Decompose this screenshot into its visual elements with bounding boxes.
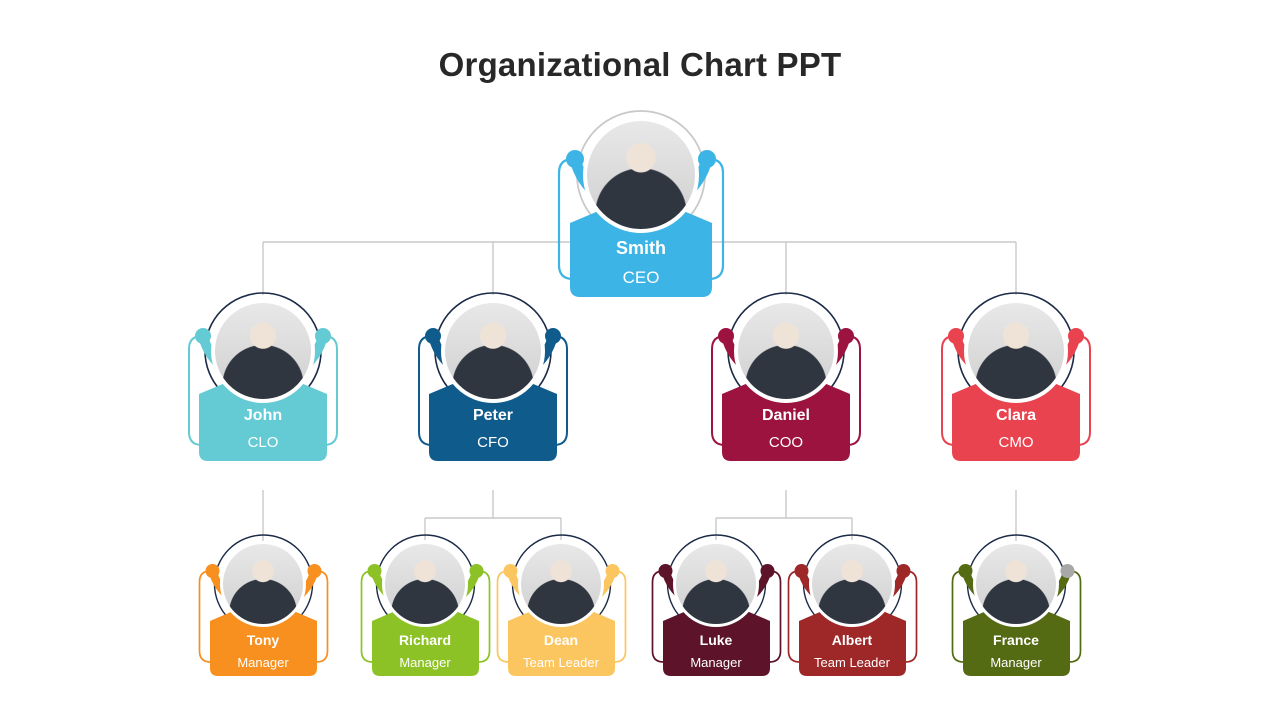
node-title: Team Leader (814, 655, 890, 670)
node-dot-right (698, 150, 716, 168)
avatar-peter (441, 299, 545, 403)
node-dot-left (958, 564, 972, 578)
node-dot-left (425, 328, 441, 344)
node-name: Smith (615, 238, 666, 258)
node-bracket-left (651, 570, 664, 663)
node-title: CFO (477, 434, 509, 451)
org-node-clara[interactable]: Clara CMO (881, 285, 1151, 510)
node-name: Clara (995, 407, 1037, 424)
node-dot-right (1068, 328, 1084, 344)
node-dot-left (566, 150, 584, 168)
node-name: Peter (472, 407, 514, 424)
node-name: John (243, 407, 283, 424)
node-name: France (993, 632, 1039, 648)
node-dot-left (658, 564, 672, 578)
node-label-smith: Smith CEO (570, 239, 712, 286)
node-title: Team Leader (523, 655, 599, 670)
org-chart-canvas: Organizational Chart PPT Smith CEO John CLO… (0, 0, 1280, 720)
node-dot-right (315, 328, 331, 344)
node-label-albert: Albert Team Leader (799, 633, 906, 669)
node-title: CMO (998, 434, 1034, 451)
node-bracket-left (787, 570, 800, 663)
node-dot-right (545, 328, 561, 344)
node-label-france: France Manager (963, 633, 1070, 669)
node-dot-left (195, 328, 211, 344)
org-node-peter[interactable]: Peter CFO (358, 285, 628, 510)
avatar-albert (809, 541, 895, 627)
node-title: CLO (247, 434, 279, 451)
avatar-daniel (734, 299, 838, 403)
node-bracket-left (496, 570, 509, 663)
node-dot-right (1060, 564, 1074, 578)
avatar-clara (964, 299, 1068, 403)
node-name: Dean (543, 632, 579, 648)
node-dot-left (205, 564, 219, 578)
node-title: CEO (622, 268, 660, 287)
node-bracket-left (360, 570, 373, 663)
node-dot-right (838, 328, 854, 344)
node-label-peter: Peter CFO (429, 407, 557, 451)
node-label-john: John CLO (199, 407, 327, 451)
avatar-dean (518, 541, 604, 627)
node-bracket-left (951, 570, 964, 663)
node-title: Manager (990, 655, 1042, 670)
node-bracket-left (198, 570, 211, 663)
avatar-tony (220, 541, 306, 627)
node-bracket-right (1068, 570, 1081, 663)
node-label-dean: Dean Team Leader (508, 633, 615, 669)
node-dot-left (367, 564, 381, 578)
node-dot-left (948, 328, 964, 344)
org-node-france[interactable]: France Manager (904, 527, 1129, 715)
avatar-smith (583, 117, 699, 233)
node-dot-left (503, 564, 517, 578)
node-title: Manager (237, 655, 289, 670)
avatar-france (973, 541, 1059, 627)
node-label-tony: Tony Manager (210, 633, 317, 669)
node-dot-left (718, 328, 734, 344)
node-dot-left (794, 564, 808, 578)
node-name: Albert (831, 632, 873, 648)
node-name: Tony (246, 632, 280, 648)
node-label-daniel: Daniel COO (722, 407, 850, 451)
node-label-clara: Clara CMO (952, 407, 1080, 451)
node-name: Daniel (761, 407, 810, 424)
avatar-john (211, 299, 315, 403)
node-title: COO (768, 434, 804, 451)
